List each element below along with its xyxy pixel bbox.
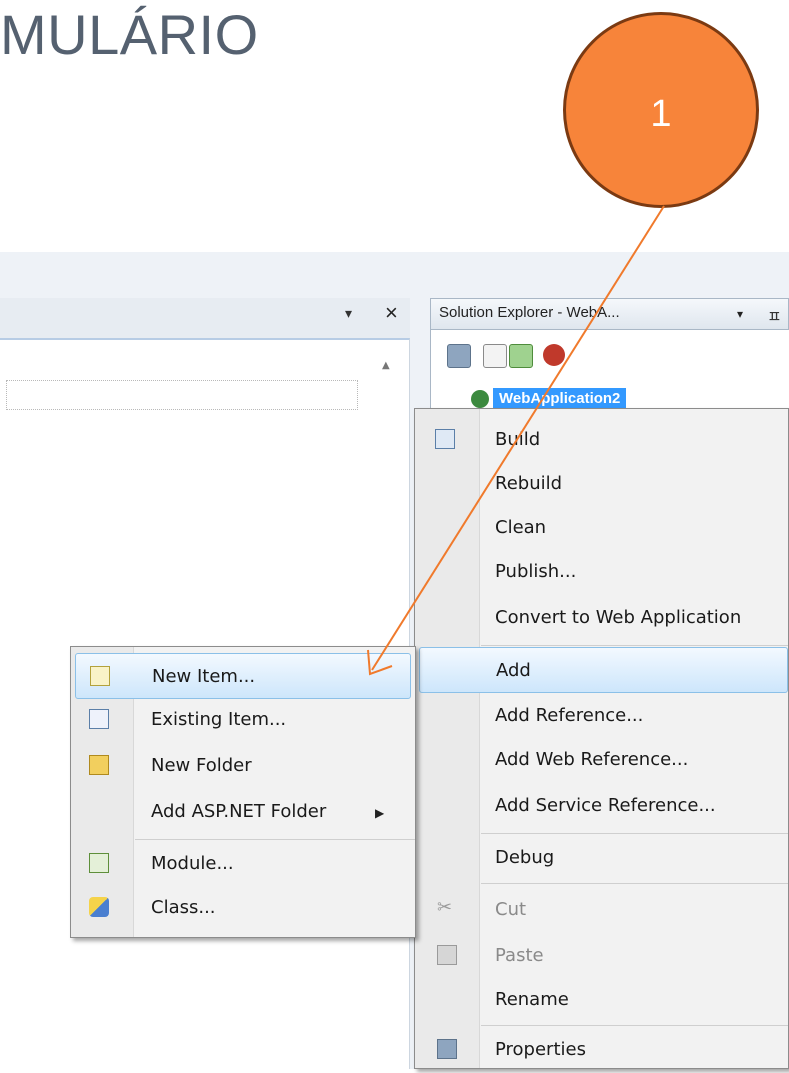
menu-item-cut[interactable]: ✂ Cut: [415, 887, 788, 933]
menu-item-paste[interactable]: Paste: [415, 933, 788, 979]
solution-explorer-title: Solution Explorer - WebA...: [439, 304, 620, 321]
solution-explorer-dropdown[interactable]: ▾: [737, 307, 743, 321]
solution-explorer-toolbar: [430, 330, 789, 378]
scissors-icon: ✂: [437, 897, 453, 918]
slide-title: MULÁRIO: [0, 3, 259, 66]
submenu-item-new-folder[interactable]: New Folder: [71, 743, 415, 789]
menu-item-clean[interactable]: Clean: [415, 505, 788, 551]
auto-hide-pin-icon[interactable]: ㅍ: [767, 303, 782, 327]
menu-item-debug[interactable]: Debug: [415, 835, 788, 881]
refresh-icon[interactable]: [509, 344, 533, 368]
solution-tree: WebApplication2: [430, 378, 789, 410]
submenu-item-class[interactable]: Class...: [71, 885, 415, 931]
submenu-arrow-icon: ▶: [375, 806, 385, 820]
menu-separator: [135, 839, 415, 840]
clipboard-icon: [437, 945, 457, 965]
build-icon: [435, 429, 455, 449]
step-number: 1: [650, 93, 672, 135]
new-item-icon: [90, 666, 110, 686]
designer-placeholder: [6, 380, 358, 410]
class-icon: [89, 897, 109, 917]
window-position-dropdown[interactable]: ▾: [345, 306, 352, 322]
menu-item-add[interactable]: Add: [419, 647, 788, 693]
add-submenu: New Item... Existing Item... New Folder …: [70, 646, 416, 938]
menu-item-rename[interactable]: Rename: [415, 977, 788, 1023]
menu-item-convert[interactable]: Convert to Web Application: [415, 595, 788, 641]
submenu-item-module[interactable]: Module...: [71, 841, 415, 887]
menu-separator: [481, 645, 788, 646]
properties-icon: [437, 1039, 457, 1059]
menu-item-publish[interactable]: Publish...: [415, 549, 788, 595]
web-project-icon: [471, 390, 489, 408]
existing-item-icon: [89, 709, 109, 729]
scroll-up-arrow[interactable]: ▲: [382, 360, 390, 371]
module-icon: [89, 853, 109, 873]
menu-item-add-web-reference[interactable]: Add Web Reference...: [415, 737, 788, 783]
project-context-menu: Build Rebuild Clean Publish... Convert t…: [414, 408, 789, 1069]
step-callout-badge: 1: [563, 12, 759, 208]
close-document-button[interactable]: ×: [385, 300, 398, 326]
properties-toolbar-icon[interactable]: [447, 344, 471, 368]
menu-item-add-reference[interactable]: Add Reference...: [415, 693, 788, 739]
show-all-files-icon[interactable]: [483, 344, 507, 368]
new-folder-icon: [89, 755, 109, 775]
project-node[interactable]: WebApplication2: [493, 388, 627, 410]
submenu-item-add-aspnet-folder[interactable]: Add ASP.NET Folder ▶: [71, 789, 415, 835]
view-designer-icon[interactable]: [543, 344, 565, 366]
menu-separator: [481, 1025, 788, 1026]
menu-item-properties[interactable]: Properties: [415, 1027, 788, 1073]
menu-item-rebuild[interactable]: Rebuild: [415, 461, 788, 507]
menu-item-build[interactable]: Build: [415, 417, 788, 463]
submenu-item-existing-item[interactable]: Existing Item...: [71, 697, 415, 743]
solution-explorer-header: Solution Explorer - WebA... ▾ ㅍ: [430, 298, 789, 330]
menu-separator: [481, 833, 788, 834]
menu-item-add-service-reference[interactable]: Add Service Reference...: [415, 783, 788, 829]
menu-separator: [481, 883, 788, 884]
submenu-item-new-item[interactable]: New Item...: [75, 653, 411, 699]
